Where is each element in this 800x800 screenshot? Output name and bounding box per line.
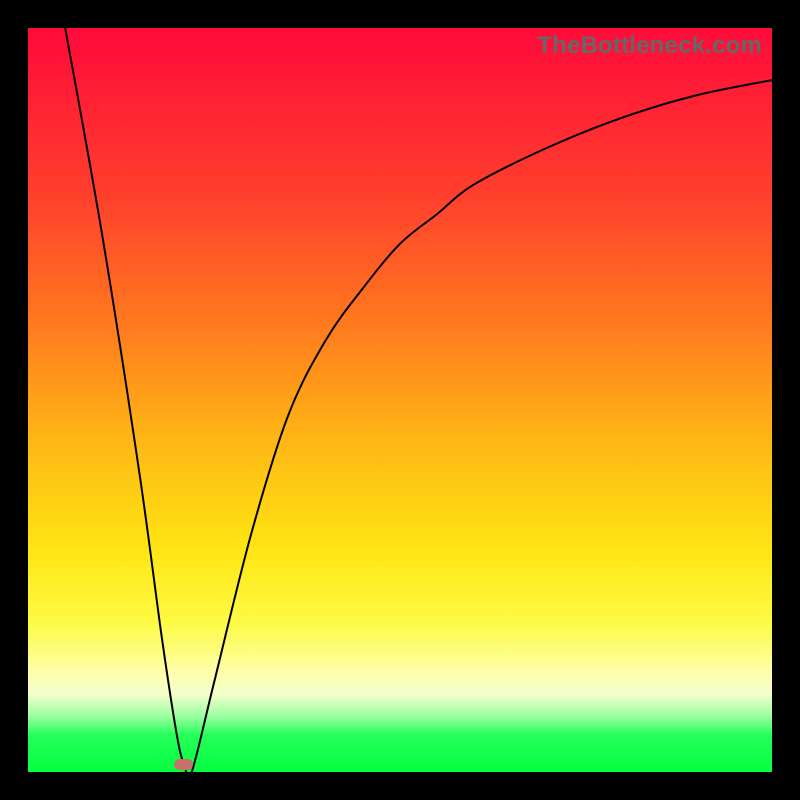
curve-path <box>65 28 772 778</box>
chart-frame: TheBottleneck.com <box>0 0 800 800</box>
bottleneck-curve <box>28 28 772 772</box>
plot-area: TheBottleneck.com <box>28 28 772 772</box>
minimum-marker <box>174 759 193 770</box>
